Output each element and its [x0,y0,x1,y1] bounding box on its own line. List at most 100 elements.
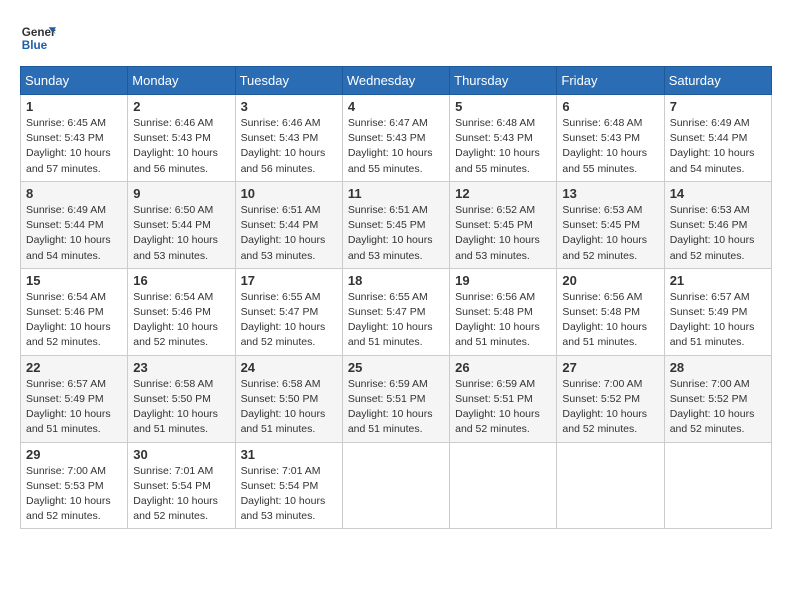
day-number: 4 [348,99,444,114]
day-number: 30 [133,447,229,462]
day-number: 27 [562,360,658,375]
calendar-cell [342,442,449,529]
calendar-cell: 23 Sunrise: 6:58 AMSunset: 5:50 PMDaylig… [128,355,235,442]
calendar-cell [450,442,557,529]
calendar-cell: 18 Sunrise: 6:55 AMSunset: 5:47 PMDaylig… [342,268,449,355]
calendar-cell: 2 Sunrise: 6:46 AMSunset: 5:43 PMDayligh… [128,95,235,182]
header-wednesday: Wednesday [342,67,449,95]
day-number: 8 [26,186,122,201]
svg-text:Blue: Blue [22,39,48,52]
calendar-cell: 15 Sunrise: 6:54 AMSunset: 5:46 PMDaylig… [21,268,128,355]
calendar-cell [557,442,664,529]
header-saturday: Saturday [664,67,771,95]
day-number: 26 [455,360,551,375]
day-number: 19 [455,273,551,288]
day-info: Sunrise: 6:58 AMSunset: 5:50 PMDaylight:… [241,378,326,436]
day-number: 21 [670,273,766,288]
header-tuesday: Tuesday [235,67,342,95]
calendar-cell: 16 Sunrise: 6:54 AMSunset: 5:46 PMDaylig… [128,268,235,355]
calendar-cell: 28 Sunrise: 7:00 AMSunset: 5:52 PMDaylig… [664,355,771,442]
day-number: 1 [26,99,122,114]
calendar-cell: 14 Sunrise: 6:53 AMSunset: 5:46 PMDaylig… [664,181,771,268]
day-number: 24 [241,360,337,375]
calendar-cell: 20 Sunrise: 6:56 AMSunset: 5:48 PMDaylig… [557,268,664,355]
calendar-cell: 8 Sunrise: 6:49 AMSunset: 5:44 PMDayligh… [21,181,128,268]
day-number: 28 [670,360,766,375]
day-info: Sunrise: 7:00 AMSunset: 5:53 PMDaylight:… [26,465,111,523]
calendar-cell: 21 Sunrise: 6:57 AMSunset: 5:49 PMDaylig… [664,268,771,355]
calendar-table: SundayMondayTuesdayWednesdayThursdayFrid… [20,66,772,529]
day-info: Sunrise: 6:51 AMSunset: 5:45 PMDaylight:… [348,204,433,262]
header-sunday: Sunday [21,67,128,95]
day-number: 25 [348,360,444,375]
day-number: 22 [26,360,122,375]
day-info: Sunrise: 6:50 AMSunset: 5:44 PMDaylight:… [133,204,218,262]
day-number: 16 [133,273,229,288]
day-number: 6 [562,99,658,114]
day-info: Sunrise: 6:54 AMSunset: 5:46 PMDaylight:… [26,291,111,349]
day-info: Sunrise: 7:01 AMSunset: 5:54 PMDaylight:… [241,465,326,523]
day-number: 31 [241,447,337,462]
day-info: Sunrise: 6:58 AMSunset: 5:50 PMDaylight:… [133,378,218,436]
day-info: Sunrise: 7:00 AMSunset: 5:52 PMDaylight:… [670,378,755,436]
week-row-3: 15 Sunrise: 6:54 AMSunset: 5:46 PMDaylig… [21,268,772,355]
page-header: General Blue [20,20,772,56]
day-info: Sunrise: 6:55 AMSunset: 5:47 PMDaylight:… [241,291,326,349]
day-info: Sunrise: 6:56 AMSunset: 5:48 PMDaylight:… [562,291,647,349]
calendar-cell: 4 Sunrise: 6:47 AMSunset: 5:43 PMDayligh… [342,95,449,182]
calendar-cell: 25 Sunrise: 6:59 AMSunset: 5:51 PMDaylig… [342,355,449,442]
day-info: Sunrise: 6:55 AMSunset: 5:47 PMDaylight:… [348,291,433,349]
day-number: 2 [133,99,229,114]
day-number: 11 [348,186,444,201]
day-number: 29 [26,447,122,462]
calendar-cell: 10 Sunrise: 6:51 AMSunset: 5:44 PMDaylig… [235,181,342,268]
calendar-cell: 22 Sunrise: 6:57 AMSunset: 5:49 PMDaylig… [21,355,128,442]
day-info: Sunrise: 6:46 AMSunset: 5:43 PMDaylight:… [133,117,218,175]
calendar-cell: 5 Sunrise: 6:48 AMSunset: 5:43 PMDayligh… [450,95,557,182]
header-friday: Friday [557,67,664,95]
day-info: Sunrise: 6:48 AMSunset: 5:43 PMDaylight:… [455,117,540,175]
day-number: 5 [455,99,551,114]
day-info: Sunrise: 6:57 AMSunset: 5:49 PMDaylight:… [670,291,755,349]
day-info: Sunrise: 6:53 AMSunset: 5:45 PMDaylight:… [562,204,647,262]
calendar-cell: 9 Sunrise: 6:50 AMSunset: 5:44 PMDayligh… [128,181,235,268]
calendar-cell [664,442,771,529]
calendar-cell: 31 Sunrise: 7:01 AMSunset: 5:54 PMDaylig… [235,442,342,529]
day-number: 20 [562,273,658,288]
day-info: Sunrise: 6:47 AMSunset: 5:43 PMDaylight:… [348,117,433,175]
day-number: 17 [241,273,337,288]
logo-icon: General Blue [20,20,56,56]
day-number: 18 [348,273,444,288]
day-info: Sunrise: 6:48 AMSunset: 5:43 PMDaylight:… [562,117,647,175]
day-info: Sunrise: 6:57 AMSunset: 5:49 PMDaylight:… [26,378,111,436]
day-info: Sunrise: 6:59 AMSunset: 5:51 PMDaylight:… [348,378,433,436]
calendar-cell: 29 Sunrise: 7:00 AMSunset: 5:53 PMDaylig… [21,442,128,529]
week-row-2: 8 Sunrise: 6:49 AMSunset: 5:44 PMDayligh… [21,181,772,268]
day-info: Sunrise: 6:49 AMSunset: 5:44 PMDaylight:… [670,117,755,175]
calendar-cell: 17 Sunrise: 6:55 AMSunset: 5:47 PMDaylig… [235,268,342,355]
calendar-cell: 7 Sunrise: 6:49 AMSunset: 5:44 PMDayligh… [664,95,771,182]
day-number: 13 [562,186,658,201]
calendar-cell: 24 Sunrise: 6:58 AMSunset: 5:50 PMDaylig… [235,355,342,442]
day-number: 10 [241,186,337,201]
day-info: Sunrise: 6:53 AMSunset: 5:46 PMDaylight:… [670,204,755,262]
day-info: Sunrise: 7:01 AMSunset: 5:54 PMDaylight:… [133,465,218,523]
logo: General Blue [20,20,60,56]
day-number: 14 [670,186,766,201]
day-info: Sunrise: 6:45 AMSunset: 5:43 PMDaylight:… [26,117,111,175]
day-info: Sunrise: 6:46 AMSunset: 5:43 PMDaylight:… [241,117,326,175]
week-row-1: 1 Sunrise: 6:45 AMSunset: 5:43 PMDayligh… [21,95,772,182]
calendar-header-row: SundayMondayTuesdayWednesdayThursdayFrid… [21,67,772,95]
header-monday: Monday [128,67,235,95]
calendar-cell: 12 Sunrise: 6:52 AMSunset: 5:45 PMDaylig… [450,181,557,268]
calendar-cell: 13 Sunrise: 6:53 AMSunset: 5:45 PMDaylig… [557,181,664,268]
day-info: Sunrise: 6:52 AMSunset: 5:45 PMDaylight:… [455,204,540,262]
calendar-cell: 19 Sunrise: 6:56 AMSunset: 5:48 PMDaylig… [450,268,557,355]
day-number: 7 [670,99,766,114]
week-row-4: 22 Sunrise: 6:57 AMSunset: 5:49 PMDaylig… [21,355,772,442]
calendar-cell: 26 Sunrise: 6:59 AMSunset: 5:51 PMDaylig… [450,355,557,442]
calendar-cell: 27 Sunrise: 7:00 AMSunset: 5:52 PMDaylig… [557,355,664,442]
calendar-cell: 30 Sunrise: 7:01 AMSunset: 5:54 PMDaylig… [128,442,235,529]
day-number: 12 [455,186,551,201]
day-number: 23 [133,360,229,375]
